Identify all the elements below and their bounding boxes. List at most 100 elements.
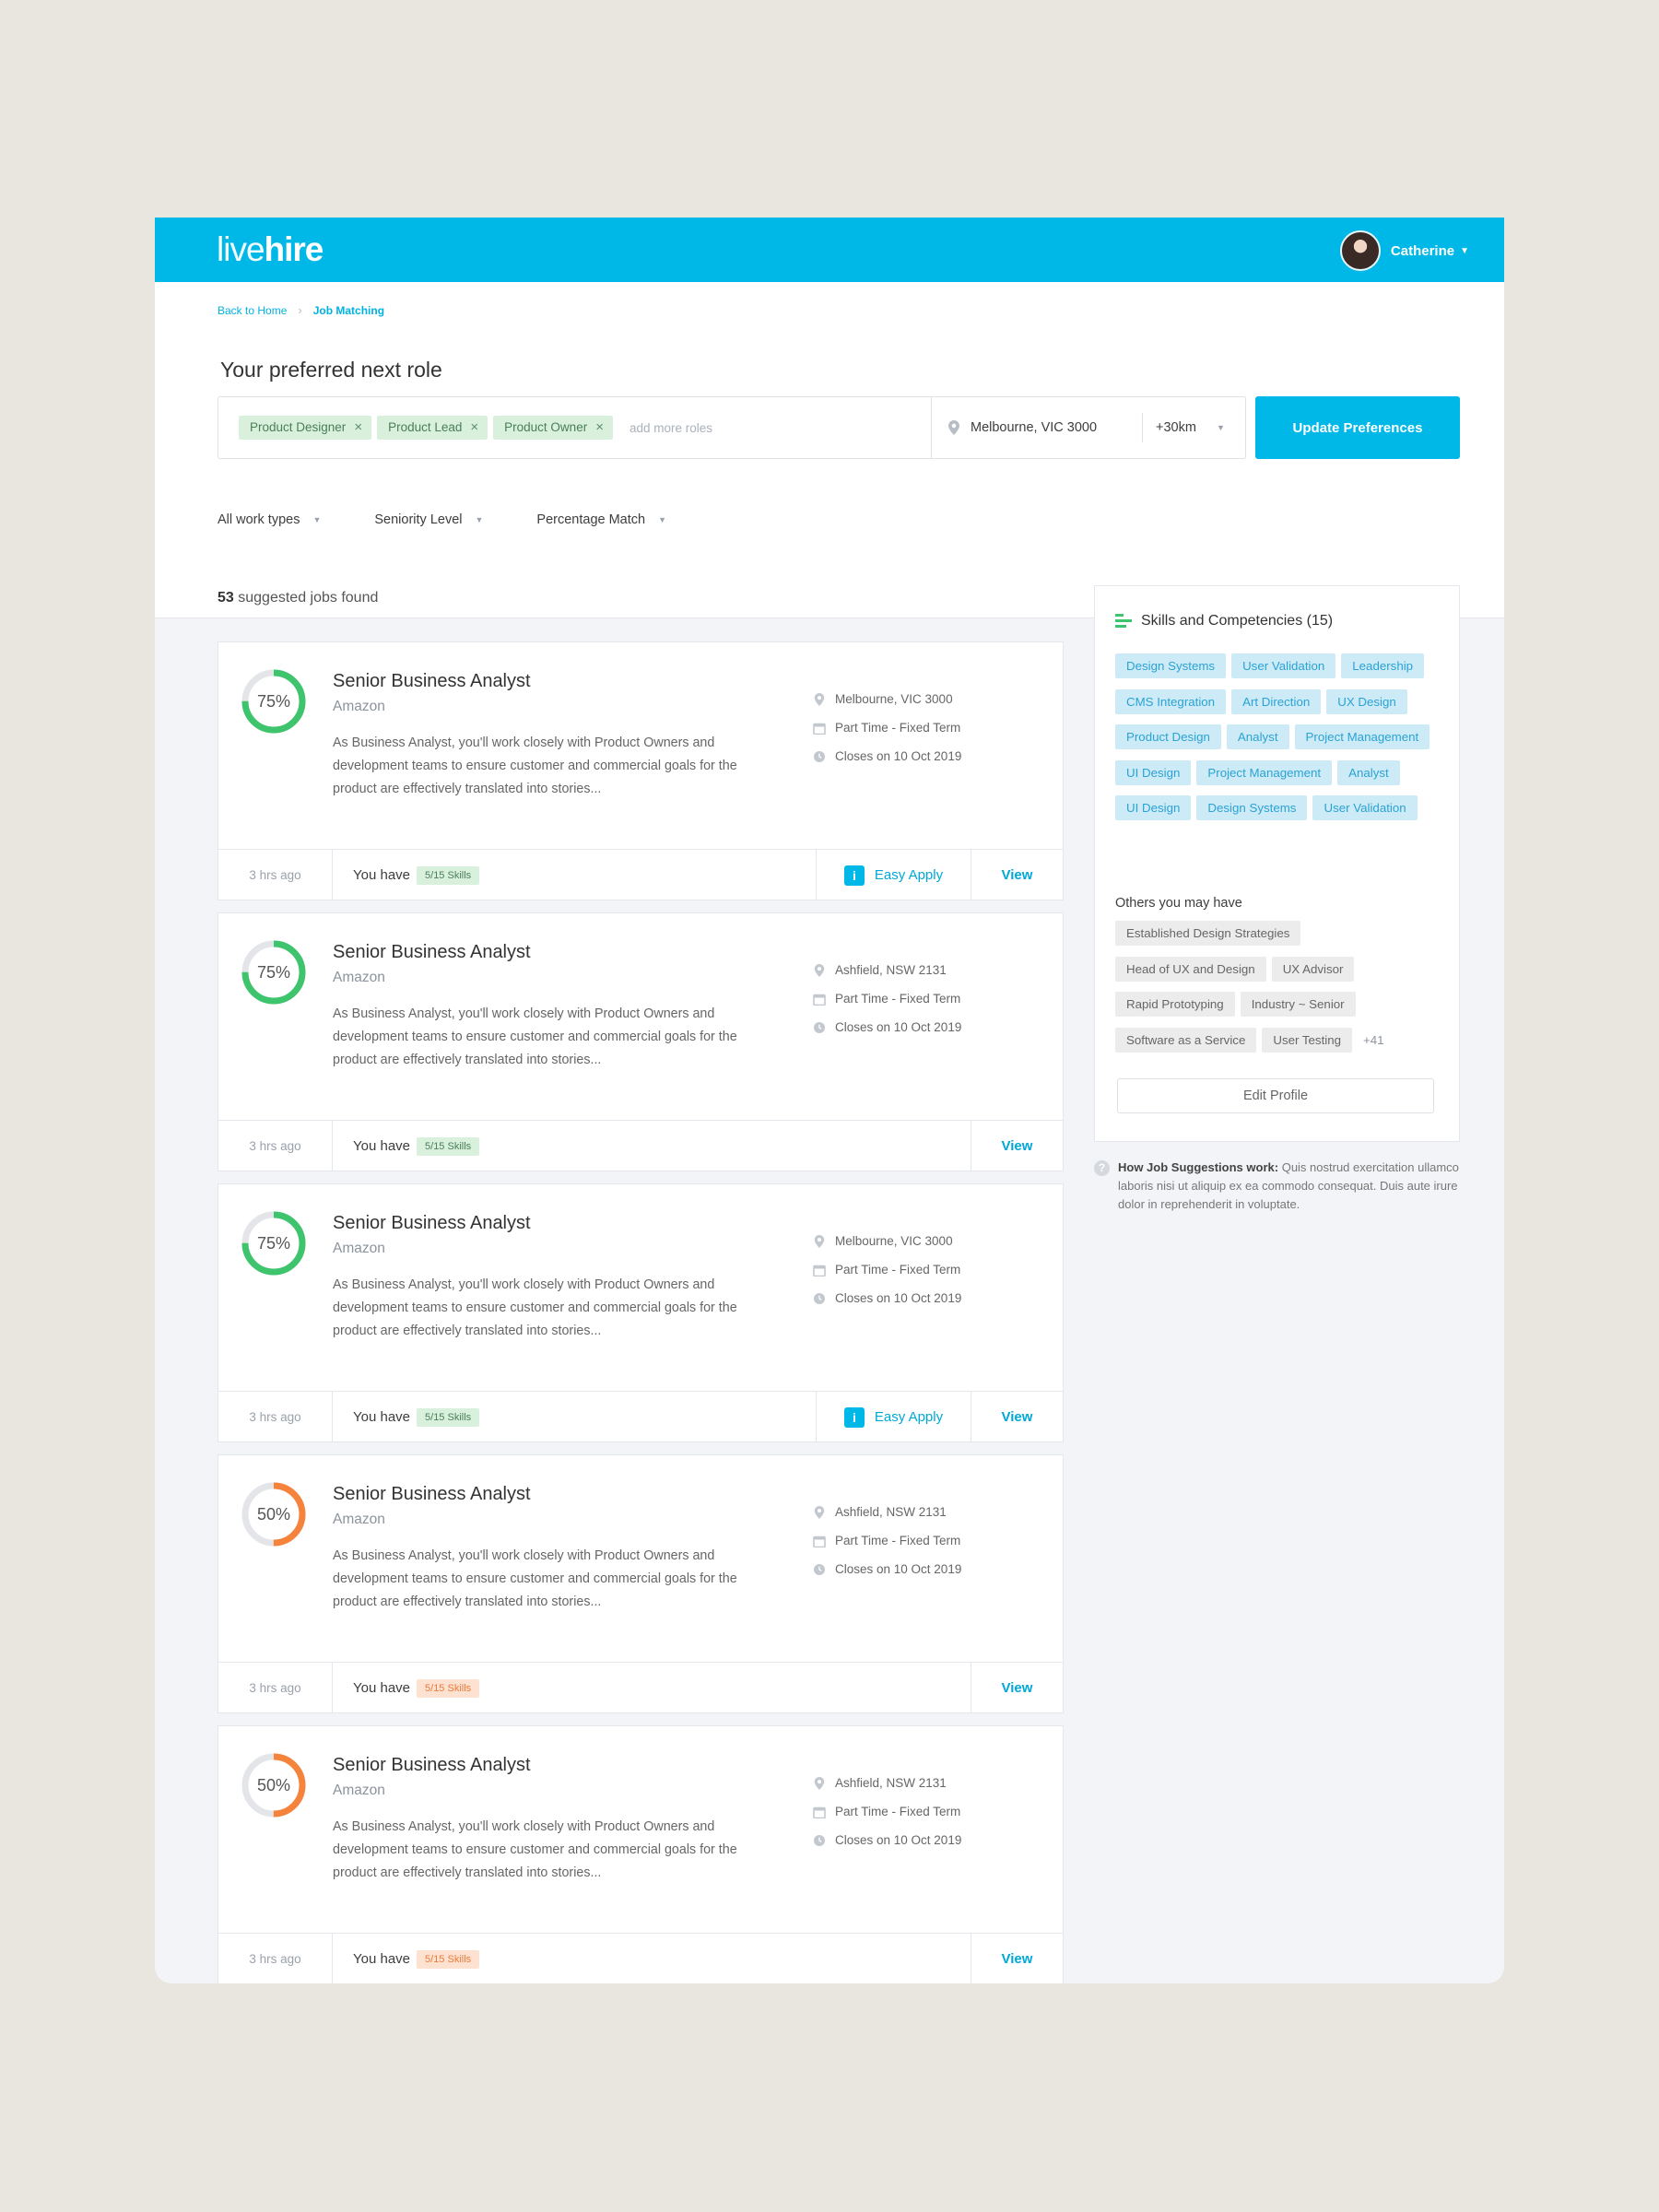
calendar-icon [813, 1535, 826, 1547]
skill-tag[interactable]: Project Management [1196, 759, 1333, 785]
posted-time: 3 hrs ago [218, 850, 333, 900]
view-button[interactable]: View [971, 1934, 1063, 1983]
job-card-footer: 3 hrs ago You have 5/15 Skills View [218, 1933, 1063, 1983]
filter-percentage-match[interactable]: Percentage Match ▼ [536, 512, 666, 527]
posted-time: 3 hrs ago [218, 1934, 333, 1983]
top-bar: livehire Catherine ▼ [155, 218, 1504, 282]
filter-work-types[interactable]: All work types ▼ [218, 512, 321, 527]
company-name: Amazon [333, 1512, 385, 1527]
other-skill-tag[interactable]: Software as a Service [1115, 1027, 1257, 1053]
skill-tag[interactable]: Design Systems [1196, 795, 1308, 820]
skill-tag[interactable]: UI Design [1115, 795, 1192, 820]
skill-tag[interactable]: Art Direction [1231, 688, 1322, 714]
update-preferences-button[interactable]: Update Preferences [1255, 396, 1460, 459]
skill-tag[interactable]: UI Design [1115, 759, 1192, 785]
other-skill-tag[interactable]: Rapid Prototyping [1115, 992, 1235, 1017]
map-pin-icon [814, 1234, 825, 1248]
skill-tag[interactable]: Project Management [1294, 724, 1430, 749]
clock-icon [814, 1834, 825, 1846]
clock-icon [814, 1021, 825, 1033]
job-title[interactable]: Senior Business Analyst [333, 942, 531, 963]
skill-tag[interactable]: Leadership [1341, 653, 1425, 678]
job-location: Ashfield, NSW 2131 [813, 1505, 947, 1519]
other-skill-tag[interactable]: Head of UX and Design [1115, 956, 1266, 982]
user-menu[interactable]: Catherine ▼ [1339, 230, 1469, 271]
skill-tag[interactable]: UX Design [1326, 688, 1407, 714]
add-roles-placeholder[interactable]: add more roles [629, 421, 712, 435]
skill-tag[interactable]: Analyst [1337, 759, 1400, 785]
breadcrumb: Back to Home › Job Matching [218, 303, 384, 317]
role-chip: Product Owner × [493, 416, 613, 440]
clock-icon [814, 750, 825, 762]
job-title[interactable]: Senior Business Analyst [333, 1755, 531, 1776]
map-pin-icon [814, 692, 825, 706]
radius-select[interactable]: +30km ▼ [1142, 413, 1225, 442]
app-window: livehire Catherine ▼ Back to Home › Job … [155, 218, 1504, 1983]
job-location: Ashfield, NSW 2131 [813, 963, 947, 977]
filter-seniority[interactable]: Seniority Level ▼ [374, 512, 483, 527]
other-skill-tag[interactable]: User Testing [1262, 1027, 1353, 1053]
livehire-logo[interactable]: livehire [217, 231, 324, 268]
roles-input[interactable]: Product Designer × Product Lead × Product … [218, 397, 932, 458]
filter-bar: All work types ▼ Seniority Level ▼ Percent… [218, 512, 720, 527]
skills-badge: 5/15 Skills [417, 1407, 480, 1427]
view-button[interactable]: View [971, 850, 1063, 900]
job-description: As Business Analyst, you'll work closely… [333, 1548, 737, 1609]
job-type: Part Time - Fixed Term [813, 992, 960, 1006]
preferences-box: Product Designer × Product Lead × Product … [218, 396, 1246, 459]
skill-tag[interactable]: Analyst [1226, 724, 1289, 749]
job-description: As Business Analyst, you'll work closely… [333, 1006, 737, 1067]
chevron-right-icon: › [298, 303, 302, 317]
easy-apply-icon: i [843, 1406, 865, 1428]
job-title[interactable]: Senior Business Analyst [333, 1213, 531, 1234]
user-name: Catherine [1390, 242, 1455, 259]
location-field[interactable]: Melbourne, VIC 3000 +30km ▼ [932, 397, 1245, 458]
view-button[interactable]: View [971, 1121, 1063, 1171]
more-skills-count[interactable]: +41 [1363, 1028, 1384, 1064]
skills-panel-header: Skills and Competencies (15) [1115, 613, 1333, 629]
skill-tag[interactable]: Product Design [1115, 724, 1221, 749]
job-card[interactable]: 75% Senior Business Analyst Amazon As Busin… [218, 1183, 1064, 1442]
job-card[interactable]: 50% Senior Business Analyst Amazon As Busin… [218, 1454, 1064, 1713]
calendar-icon [813, 994, 826, 1006]
other-skill-tag[interactable]: UX Advisor [1271, 956, 1355, 982]
view-button[interactable]: View [971, 1663, 1063, 1713]
easy-apply-button[interactable]: i Easy Apply [816, 850, 971, 900]
view-button[interactable]: View [971, 1392, 1063, 1442]
chevron-down-icon: ▼ [1216, 423, 1225, 432]
job-card[interactable]: 75% Senior Business Analyst Amazon As Busin… [218, 641, 1064, 900]
map-pin-icon [814, 963, 825, 977]
job-card[interactable]: 75% Senior Business Analyst Amazon As Busin… [218, 912, 1064, 1171]
job-location: Melbourne, VIC 3000 [813, 1234, 953, 1248]
skill-tag[interactable]: User Validation [1231, 653, 1336, 678]
clock-icon [814, 1563, 825, 1575]
easy-apply-button[interactable]: i Easy Apply [816, 1392, 971, 1442]
remove-icon[interactable]: × [595, 416, 604, 440]
breadcrumb-back-link[interactable]: Back to Home [218, 304, 287, 317]
skill-tags: Design Systems User Validation Leadership C… [1115, 653, 1447, 831]
job-location: Melbourne, VIC 3000 [813, 692, 953, 706]
job-card[interactable]: 50% Senior Business Analyst Amazon As Busin… [218, 1725, 1064, 1983]
map-pin-icon [814, 1776, 825, 1790]
skills-summary: You have 5/15 Skills [333, 850, 816, 900]
other-skill-tag[interactable]: Established Design Strategies [1115, 921, 1301, 946]
skill-tag[interactable]: User Validation [1312, 795, 1418, 820]
remove-icon[interactable]: × [470, 416, 478, 440]
edit-profile-button[interactable]: Edit Profile [1117, 1078, 1434, 1113]
job-title[interactable]: Senior Business Analyst [333, 1484, 531, 1505]
skill-tag[interactable]: Design Systems [1115, 653, 1227, 678]
job-title[interactable]: Senior Business Analyst [333, 671, 531, 692]
skill-tag[interactable]: CMS Integration [1115, 688, 1227, 714]
question-icon: ? [1094, 1160, 1110, 1176]
breadcrumb-current: Job Matching [312, 303, 385, 317]
skills-badge: 5/15 Skills [417, 1136, 480, 1156]
results-count: 53 suggested jobs found [218, 590, 379, 606]
company-name: Amazon [333, 699, 385, 714]
remove-icon[interactable]: × [354, 416, 362, 440]
job-closing-date: Closes on 10 Oct 2019 [813, 1562, 961, 1576]
job-description: As Business Analyst, you'll work closely… [333, 1277, 737, 1338]
company-name: Amazon [333, 970, 385, 985]
job-card-footer: 3 hrs ago You have 5/15 Skills View [218, 1120, 1063, 1171]
skills-badge: 5/15 Skills [417, 1949, 480, 1969]
other-skill-tag[interactable]: Industry ~ Senior [1240, 992, 1356, 1017]
